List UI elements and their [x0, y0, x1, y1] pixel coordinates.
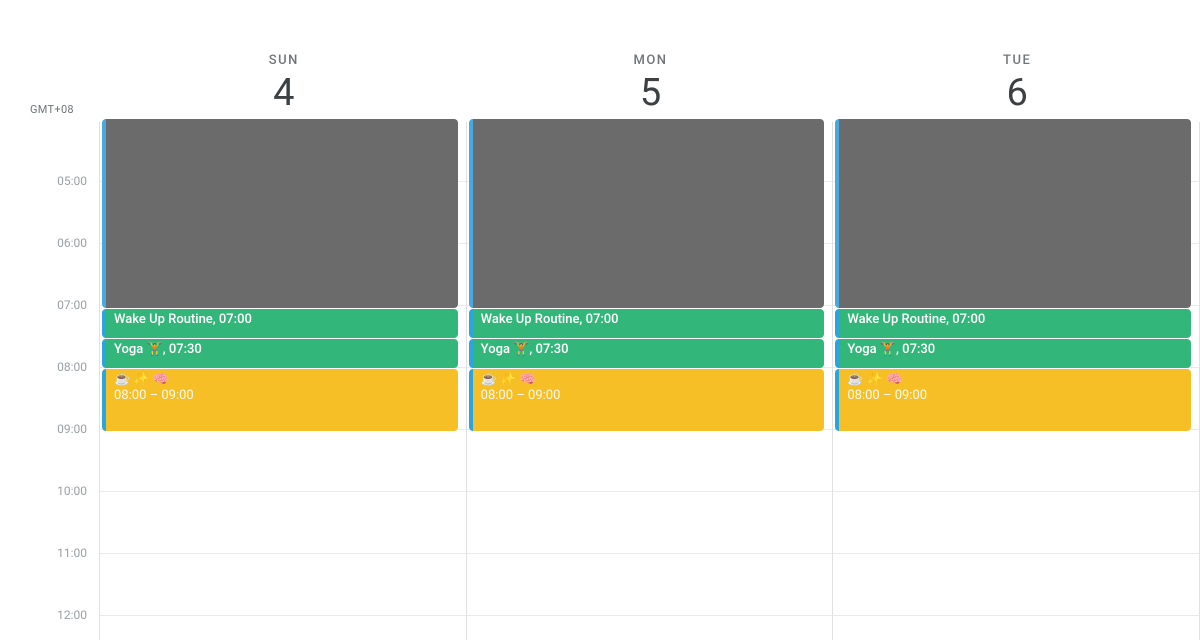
- hour-gridline: [833, 553, 1199, 554]
- time-gutter: 05:00 06:00 07:00 08:00 09:00 10:00 11:00 12:00: [0, 122, 100, 640]
- hour-gridline: [467, 491, 833, 492]
- calendar-event-yoga[interactable]: Yoga 🏋️, 07:30: [835, 339, 1191, 368]
- event-title: Yoga 🏋️, 07:30: [481, 342, 817, 358]
- event-title: Wake Up Routine, 07:00: [114, 312, 450, 328]
- calendar-event-wakeup[interactable]: Wake Up Routine, 07:00: [469, 309, 825, 338]
- calendar-event-wakeup[interactable]: Wake Up Routine, 07:00: [102, 309, 458, 338]
- hour-gridline: [100, 491, 466, 492]
- day-number-label[interactable]: 5: [640, 74, 661, 112]
- event-title: ☕ ✨ 🧠: [114, 372, 450, 388]
- hour-gridline: [100, 615, 466, 616]
- day-header[interactable]: SUN 4: [100, 0, 467, 122]
- calendar-event-yoga[interactable]: Yoga 🏋️, 07:30: [469, 339, 825, 368]
- day-column[interactable]: Wake Up Routine, 07:00 Yoga 🏋️, 07:30 ☕ ✨ …: [467, 122, 834, 640]
- calendar-event-wakeup[interactable]: Wake Up Routine, 07:00: [835, 309, 1191, 338]
- calendar-event-coffee-brain[interactable]: ☕ ✨ 🧠08:00 – 09:00: [469, 369, 825, 431]
- hour-label: 10:00: [57, 484, 87, 498]
- timezone-label: GMT+08: [30, 103, 74, 116]
- event-time: 08:00 – 09:00: [114, 388, 450, 404]
- day-name-label: MON: [633, 53, 667, 68]
- event-time: 08:00 – 09:00: [481, 388, 817, 404]
- event-title: Wake Up Routine, 07:00: [481, 312, 817, 328]
- event-time: 08:00 – 09:00: [847, 388, 1183, 404]
- hour-label: 11:00: [57, 546, 87, 560]
- hour-label: 12:00: [57, 608, 87, 622]
- event-title: Wake Up Routine, 07:00: [847, 312, 1183, 328]
- day-number-label[interactable]: 4: [273, 74, 294, 112]
- hour-label: 07:00: [57, 298, 87, 312]
- event-title: ☕ ✨ 🧠: [481, 372, 817, 388]
- hour-label: 05:00: [57, 174, 87, 188]
- hour-label: 08:00: [57, 360, 87, 374]
- day-number-label[interactable]: 6: [1007, 74, 1028, 112]
- calendar-event-coffee-brain[interactable]: ☕ ✨ 🧠08:00 – 09:00: [102, 369, 458, 431]
- calendar-event-coffee-brain[interactable]: ☕ ✨ 🧠08:00 – 09:00: [835, 369, 1191, 431]
- day-header[interactable]: MON 5: [467, 0, 834, 122]
- day-column[interactable]: Wake Up Routine, 07:00 Yoga 🏋️, 07:30 ☕ ✨ …: [100, 122, 467, 640]
- day-name-label: TUE: [1003, 53, 1031, 68]
- calendar-grid-body[interactable]: 05:00 06:00 07:00 08:00 09:00 10:00 11:00 12:00…: [0, 122, 1200, 640]
- calendar-week-view: GMT+08 SUN 4 MON 5 TUE 6 05:00 06:00 07:00 08:00…: [0, 0, 1200, 640]
- calendar-event-sleep-block[interactable]: [102, 119, 458, 308]
- hour-label: 09:00: [57, 422, 87, 436]
- day-name-label: SUN: [269, 53, 299, 68]
- hour-gridline: [833, 615, 1199, 616]
- hour-gridline: [833, 491, 1199, 492]
- calendar-event-sleep-block[interactable]: [469, 119, 825, 308]
- event-title: Yoga 🏋️, 07:30: [847, 342, 1183, 358]
- hour-gridline: [467, 615, 833, 616]
- hour-label: 06:00: [57, 236, 87, 250]
- hour-gridline: [467, 553, 833, 554]
- day-header[interactable]: TUE 6: [833, 0, 1200, 122]
- calendar-event-yoga[interactable]: Yoga 🏋️, 07:30: [102, 339, 458, 368]
- calendar-event-sleep-block[interactable]: [835, 119, 1191, 308]
- day-column[interactable]: Wake Up Routine, 07:00 Yoga 🏋️, 07:30 ☕ ✨ …: [833, 122, 1200, 640]
- event-title: Yoga 🏋️, 07:30: [114, 342, 450, 358]
- calendar-header-row: GMT+08 SUN 4 MON 5 TUE 6: [0, 0, 1200, 122]
- hour-gridline: [100, 553, 466, 554]
- timezone-gutter: GMT+08: [0, 0, 100, 122]
- event-title: ☕ ✨ 🧠: [847, 372, 1183, 388]
